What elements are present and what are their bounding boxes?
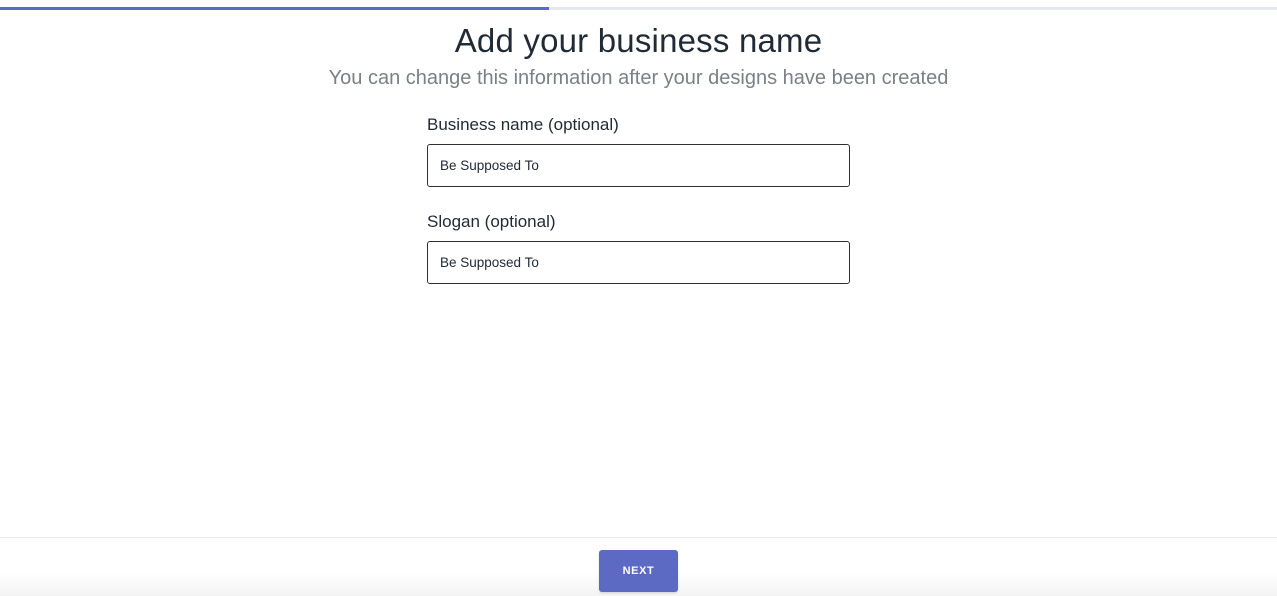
slogan-field-group: Slogan (optional) — [427, 210, 850, 284]
business-name-field-group: Business name (optional) — [427, 113, 850, 187]
page-title: Add your business name — [454, 22, 823, 59]
footer-bar: NEXT — [0, 537, 1277, 596]
page-subtitle: You can change this information after yo… — [328, 67, 949, 89]
next-button[interactable]: NEXT — [599, 550, 678, 592]
slogan-input[interactable] — [427, 241, 850, 284]
business-name-input[interactable] — [427, 144, 850, 187]
progress-bar-fill — [0, 7, 550, 10]
slogan-label: Slogan (optional) — [427, 212, 556, 231]
progress-bar — [0, 7, 1277, 10]
business-name-label: Business name (optional) — [427, 115, 619, 134]
